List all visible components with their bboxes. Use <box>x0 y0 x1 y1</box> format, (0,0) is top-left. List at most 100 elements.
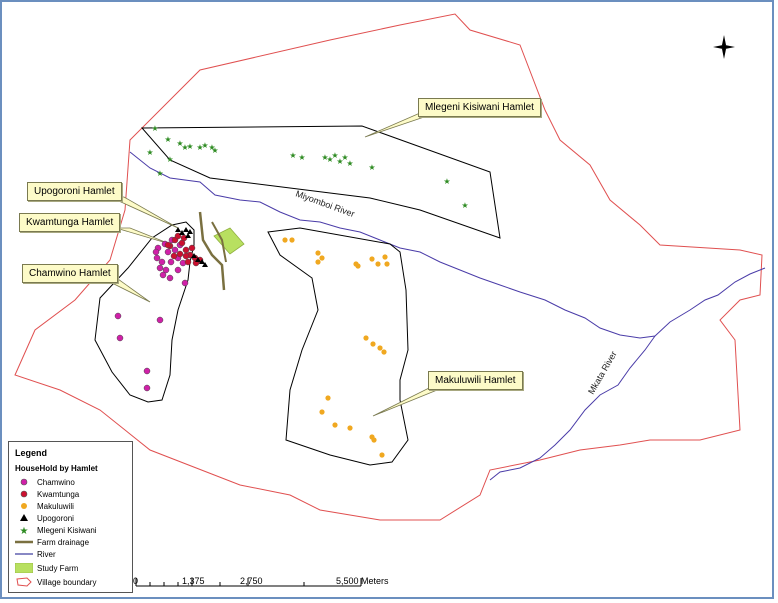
legend-item-chamwino: Chamwino <box>15 476 75 488</box>
household-star: ★ <box>298 153 305 162</box>
household-circle <box>382 254 388 260</box>
kwamtunga-leader <box>115 227 171 245</box>
household-star: ★ <box>208 143 215 152</box>
miyomboi-river-label: Miyomboi River <box>294 188 356 219</box>
household-circle <box>181 279 189 287</box>
household-triangle <box>175 227 181 232</box>
household-circle <box>332 422 338 428</box>
household-circle <box>363 335 369 341</box>
household-circle <box>156 264 164 272</box>
household-circle <box>325 395 331 401</box>
household-circle <box>377 345 383 351</box>
household-circle <box>153 254 161 262</box>
household-circle <box>164 248 172 256</box>
legend: Legend HouseHold by Hamlet Chamwino Kwam… <box>8 441 133 593</box>
outline-symbol-icon <box>15 576 33 588</box>
household-circle <box>184 258 192 266</box>
household-circle <box>166 274 174 282</box>
legend-subtitle: HouseHold by Hamlet <box>15 464 98 473</box>
legend-item-study-farm: Study Farm <box>15 562 78 574</box>
household-circle <box>167 258 175 266</box>
household-circle <box>355 263 361 269</box>
household-star: ★ <box>156 169 163 178</box>
legend-item-kwamtunga: Kwamtunga <box>15 488 79 500</box>
circle-symbol-icon <box>15 488 33 500</box>
legend-item-upogoroni: Upogoroni <box>15 512 74 524</box>
household-circle <box>384 261 390 267</box>
chamwino-hamlet-callout: Chamwino Hamlet <box>22 264 118 283</box>
household-circle <box>319 409 325 415</box>
household-circle <box>143 384 151 392</box>
legend-title: Legend <box>15 448 48 458</box>
household-circle <box>152 248 160 256</box>
household-star: ★ <box>151 124 158 133</box>
household-star: ★ <box>181 143 188 152</box>
legend-label: Chamwino <box>37 477 75 487</box>
makuluwili-leader <box>372 385 448 417</box>
chamwino-hamlet-outline <box>94 221 195 403</box>
household-circle <box>347 425 353 431</box>
household-circle <box>289 237 295 243</box>
kwamtunga-hamlet-callout: Kwamtunga Hamlet <box>19 213 121 232</box>
household-circle <box>369 256 375 262</box>
circle-symbol-icon <box>15 500 33 512</box>
star-symbol-icon: ★ <box>15 524 33 536</box>
household-circle <box>174 266 182 274</box>
legend-label: Village boundary <box>37 577 97 587</box>
legend-item-farm-drainage: Farm drainage <box>15 536 89 548</box>
legend-label: Mlegeni Kisiwani <box>37 525 97 535</box>
household-star: ★ <box>461 201 468 210</box>
line-symbol-icon <box>15 536 33 548</box>
household-circle <box>164 241 172 249</box>
circle-symbol-icon <box>15 476 33 488</box>
household-star: ★ <box>443 177 450 186</box>
household-circle <box>156 316 164 324</box>
household-circle <box>370 341 376 347</box>
legend-label: Makuluwili <box>37 501 74 511</box>
makuluwili-households <box>282 237 390 458</box>
household-star: ★ <box>346 159 353 168</box>
mlegeni-hamlet-callout: Mlegeni Kisiwani Hamlet <box>418 98 541 117</box>
scale-label-5500: 5,500 Meters <box>336 576 389 586</box>
household-circle <box>315 259 321 265</box>
legend-label: Study Farm <box>37 563 79 573</box>
mkata-river-label: Mkata River <box>586 349 619 396</box>
fill-symbol-icon <box>15 562 33 574</box>
household-star: ★ <box>146 148 153 157</box>
scale-label-2750: 2,750 <box>240 576 263 586</box>
household-circle <box>182 252 190 260</box>
household-circle <box>315 250 321 256</box>
household-circle <box>176 250 184 258</box>
line-symbol-icon <box>15 548 33 560</box>
household-circle <box>381 349 387 355</box>
legend-label: Upogoroni <box>37 513 74 523</box>
household-circle <box>319 255 325 261</box>
legend-label: Farm drainage <box>37 537 90 547</box>
household-circle <box>371 437 377 443</box>
svg-text:★: ★ <box>20 526 29 535</box>
makuluwili-hamlet-callout: Makuluwili Hamlet <box>428 371 523 390</box>
household-triangle <box>183 227 189 232</box>
household-circle <box>379 452 385 458</box>
household-circle <box>171 246 179 254</box>
mkata-river <box>489 335 656 481</box>
household-circle <box>114 312 122 320</box>
household-circle <box>158 258 166 266</box>
legend-item-mlegeni: ★ Mlegeni Kisiwani <box>15 524 97 536</box>
legend-label: River <box>37 549 56 559</box>
scale-label-0: 0 <box>133 576 139 586</box>
north-arrow-icon <box>713 35 735 59</box>
household-star: ★ <box>166 155 173 164</box>
household-circle <box>282 237 288 243</box>
triangle-symbol-icon <box>15 512 33 524</box>
household-circle <box>188 244 196 252</box>
household-star: ★ <box>164 135 171 144</box>
household-star: ★ <box>289 151 296 160</box>
upogoroni-hamlet-callout: Upogoroni Hamlet <box>27 182 122 201</box>
household-circle <box>159 271 167 279</box>
legend-label: Kwamtunga <box>37 489 80 499</box>
scale-label-1375: 1,375 <box>182 576 205 586</box>
household-circle <box>143 367 151 375</box>
household-circle <box>170 252 178 260</box>
household-circle <box>182 246 190 254</box>
